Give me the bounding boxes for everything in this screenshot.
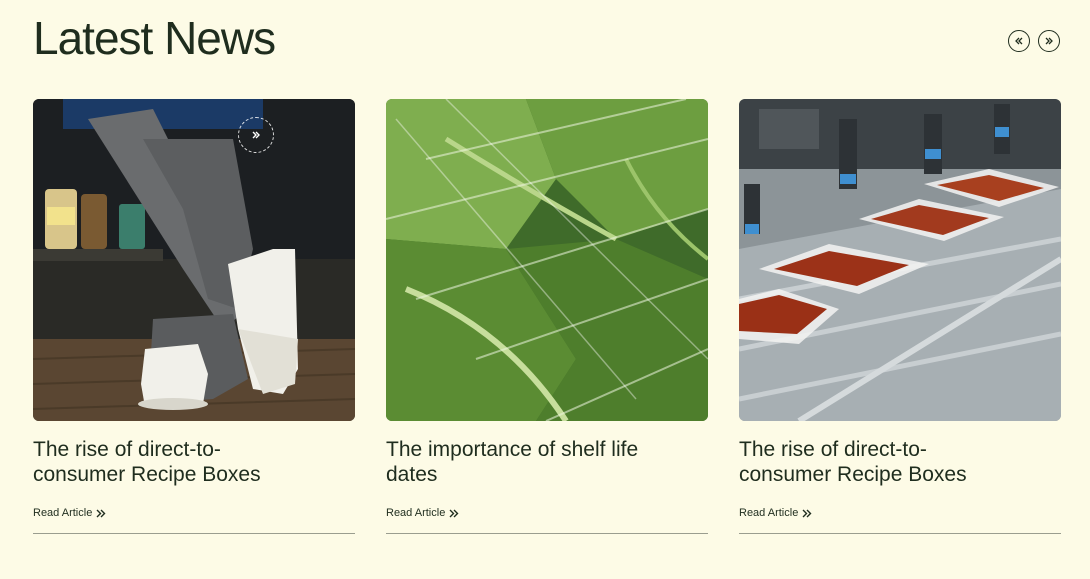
double-chevron-left-icon — [1015, 37, 1023, 45]
card-divider — [739, 533, 1061, 534]
read-article-label: Read Article — [739, 507, 799, 519]
read-article-label: Read Article — [386, 507, 446, 519]
double-chevron-right-icon — [96, 509, 106, 517]
latest-news-section: Latest News The rise of direct-to-consum… — [0, 0, 1090, 579]
article-card[interactable]: The rise of direct-to-consumer Recipe Bo… — [739, 99, 1061, 534]
carousel-nav — [1008, 30, 1060, 52]
article-list: The rise of direct-to-consumer Recipe Bo… — [33, 99, 1061, 534]
card-divider — [386, 533, 708, 534]
article-title[interactable]: The importance of shelf life dates — [386, 437, 646, 487]
read-article-label: Read Article — [33, 507, 93, 519]
article-image-chef-clogs[interactable] — [33, 99, 355, 421]
article-hover-button[interactable] — [238, 117, 274, 153]
read-article-link[interactable]: Read Article — [386, 507, 708, 519]
double-chevron-right-icon — [1045, 37, 1053, 45]
carousel-prev-button[interactable] — [1008, 30, 1030, 52]
article-title[interactable]: The rise of direct-to-consumer Recipe Bo… — [33, 437, 293, 487]
section-title: Latest News — [33, 12, 276, 64]
article-image-meal-trays[interactable] — [739, 99, 1061, 421]
card-divider — [33, 533, 355, 534]
article-card[interactable]: The importance of shelf life dates Read … — [386, 99, 708, 534]
article-image-wrapped-greens[interactable] — [386, 99, 708, 421]
read-article-link[interactable]: Read Article — [739, 507, 1061, 519]
double-chevron-right-icon — [449, 509, 459, 517]
double-chevron-right-icon — [802, 509, 812, 517]
double-chevron-right-icon — [252, 131, 260, 139]
carousel-next-button[interactable] — [1038, 30, 1060, 52]
read-article-link[interactable]: Read Article — [33, 507, 355, 519]
article-title[interactable]: The rise of direct-to-consumer Recipe Bo… — [739, 437, 999, 487]
article-card[interactable]: The rise of direct-to-consumer Recipe Bo… — [33, 99, 355, 534]
